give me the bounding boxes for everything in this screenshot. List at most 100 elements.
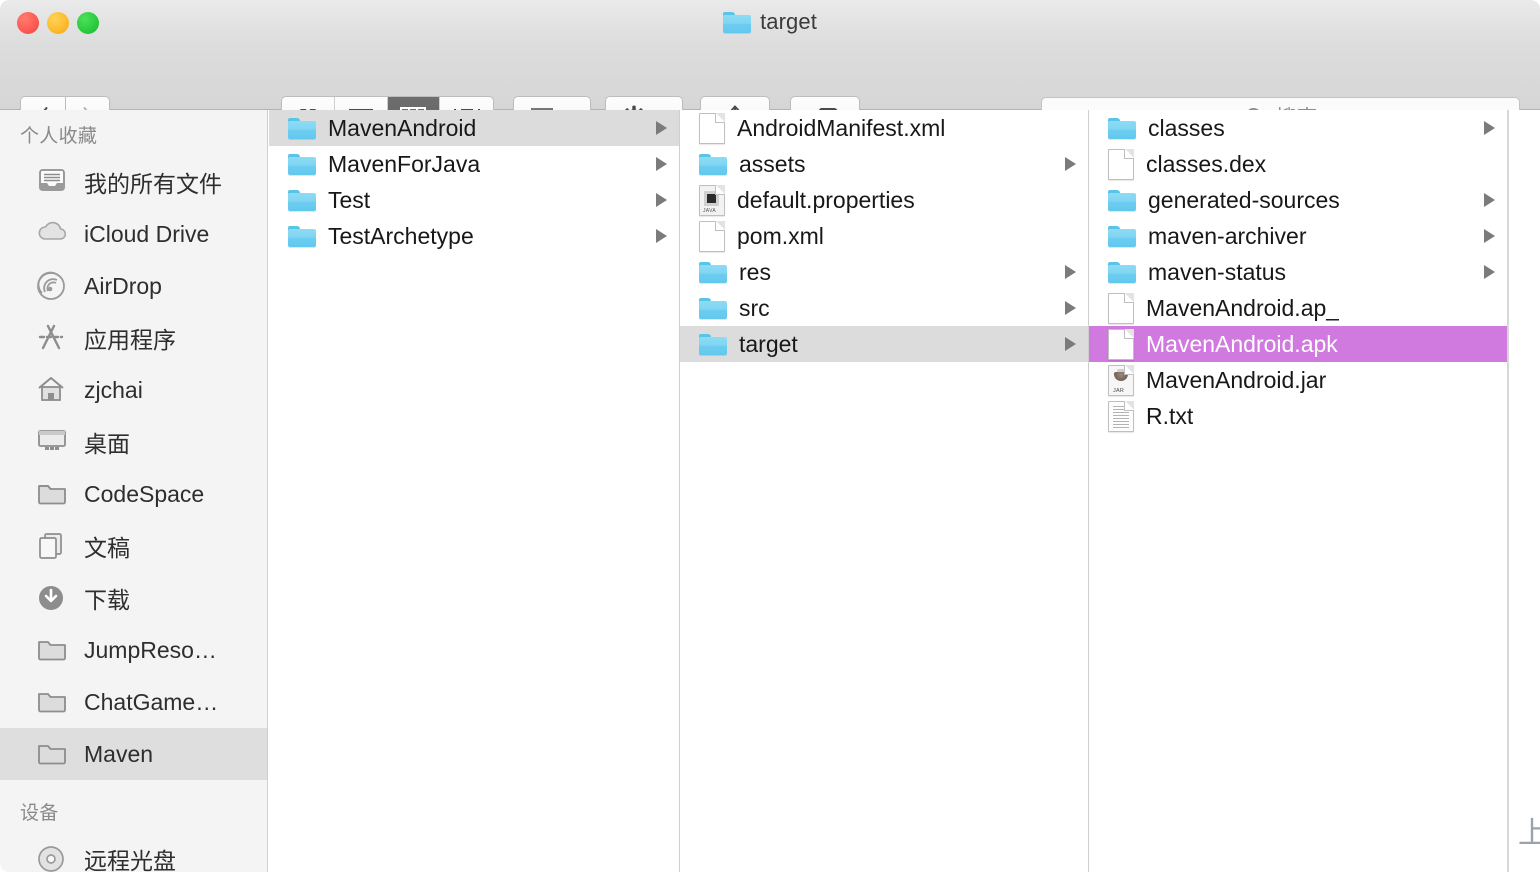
- disclosure-arrow-icon[interactable]: [656, 229, 667, 243]
- file-row[interactable]: generated-sources: [1089, 182, 1507, 218]
- file-name: generated-sources: [1148, 186, 1340, 213]
- file-row[interactable]: JAR MavenAndroid.jar: [1089, 362, 1507, 398]
- file-name: assets: [739, 150, 806, 177]
- file-row[interactable]: AndroidManifest.xml: [680, 110, 1088, 146]
- finder-window: target 个人收藏 我的所有文件 iCloud Drive AirDrop …: [0, 0, 1540, 872]
- file-row[interactable]: classes: [1089, 110, 1507, 146]
- disclosure-arrow-icon[interactable]: [656, 157, 667, 171]
- folder-icon: [288, 153, 316, 175]
- folder-icon: [699, 261, 727, 283]
- folder-icon: [36, 479, 70, 509]
- sidebar-item-jumpresources[interactable]: JumpReso…: [0, 624, 267, 676]
- file-row[interactable]: classes.dex: [1089, 146, 1507, 182]
- sidebar: 个人收藏 我的所有文件 iCloud Drive AirDrop 应用程序 zj…: [0, 110, 268, 872]
- file-row[interactable]: assets: [680, 146, 1088, 182]
- sidebar-item-airdrop[interactable]: AirDrop: [0, 260, 267, 312]
- sidebar-item-maven[interactable]: Maven: [0, 728, 267, 780]
- file-name: R.txt: [1146, 402, 1194, 429]
- document-icon: [1108, 292, 1134, 324]
- disclosure-arrow-icon[interactable]: [1484, 229, 1495, 243]
- file-row[interactable]: target: [680, 326, 1088, 362]
- file-name: res: [739, 258, 771, 285]
- downloads-icon: [36, 583, 70, 613]
- sidebar-item-codespace[interactable]: CodeSpace: [0, 468, 267, 520]
- file-row[interactable]: maven-archiver: [1089, 218, 1507, 254]
- sidebar-item-label: 应用程序: [84, 327, 176, 353]
- file-row[interactable]: R.txt: [1089, 398, 1507, 434]
- all-my-files-icon: [36, 167, 70, 197]
- document-icon: [1108, 328, 1134, 360]
- finder-body: 个人收藏 我的所有文件 iCloud Drive AirDrop 应用程序 zj…: [0, 110, 1540, 872]
- column-mavenandroid[interactable]: AndroidManifest.xml assets JAVA default.…: [680, 110, 1089, 872]
- file-row[interactable]: Test: [269, 182, 679, 218]
- file-row[interactable]: src: [680, 290, 1088, 326]
- file-name: MavenForJava: [328, 150, 481, 177]
- file-name: Test: [328, 186, 371, 213]
- folder-icon: [288, 225, 316, 247]
- sidebar-item-label: ChatGame…: [84, 688, 219, 715]
- file-row[interactable]: res: [680, 254, 1088, 290]
- file-name: MavenAndroid.apk: [1146, 330, 1338, 357]
- document-icon: [699, 220, 725, 252]
- java-document-icon: JAVA: [699, 184, 725, 216]
- sidebar-item-label: zjchai: [84, 376, 143, 403]
- sidebar-section-header-favorites: 个人收藏: [20, 126, 98, 147]
- file-row[interactable]: maven-status: [1089, 254, 1507, 290]
- disclosure-arrow-icon[interactable]: [1065, 301, 1076, 315]
- sidebar-item-downloads[interactable]: 下载: [0, 572, 267, 624]
- file-name: target: [739, 330, 798, 357]
- sidebar-item-desktop[interactable]: 桌面: [0, 416, 267, 468]
- disclosure-arrow-icon[interactable]: [656, 121, 667, 135]
- desktop-icon: [36, 427, 70, 457]
- sidebar-item-label: AirDrop: [84, 272, 162, 299]
- file-name: MavenAndroid: [328, 114, 477, 141]
- icloud-icon: [36, 219, 70, 249]
- sidebar-item-documents[interactable]: 文稿: [0, 520, 267, 572]
- file-row[interactable]: pom.xml: [680, 218, 1088, 254]
- file-row-selected[interactable]: MavenAndroid.apk: [1089, 326, 1507, 362]
- file-row[interactable]: MavenForJava: [269, 146, 679, 182]
- disclosure-arrow-icon[interactable]: [656, 193, 667, 207]
- file-row[interactable]: MavenAndroid: [269, 110, 679, 146]
- file-row[interactable]: JAVA default.properties: [680, 182, 1088, 218]
- disclosure-arrow-icon[interactable]: [1065, 157, 1076, 171]
- folder-icon: [699, 333, 727, 355]
- sidebar-item-remote-disc[interactable]: 远程光盘: [0, 833, 267, 872]
- sidebar-item-applications[interactable]: 应用程序: [0, 312, 267, 364]
- file-row[interactable]: TestArchetype: [269, 218, 679, 254]
- airdrop-icon: [36, 271, 70, 301]
- file-name: TestArchetype: [328, 222, 474, 249]
- sidebar-item-label: 桌面: [84, 431, 130, 457]
- sidebar-section-header-devices: 设备: [20, 803, 59, 824]
- document-icon: [1108, 148, 1134, 180]
- title-bar: target: [0, 0, 1540, 47]
- file-row[interactable]: MavenAndroid.ap_: [1089, 290, 1507, 326]
- folder-icon: [36, 687, 70, 717]
- disclosure-arrow-icon[interactable]: [1065, 265, 1076, 279]
- file-name: maven-archiver: [1148, 222, 1307, 249]
- documents-icon: [36, 531, 70, 561]
- sidebar-item-chatgame[interactable]: ChatGame…: [0, 676, 267, 728]
- disclosure-arrow-icon[interactable]: [1484, 121, 1495, 135]
- sidebar-item-all-my-files[interactable]: 我的所有文件: [0, 156, 267, 208]
- sidebar-item-label: CodeSpace: [84, 480, 205, 507]
- column-maven[interactable]: MavenAndroid MavenForJava Test TestArche…: [269, 110, 680, 872]
- folder-icon: [1108, 117, 1136, 139]
- column-empty[interactable]: [1509, 110, 1540, 872]
- sidebar-item-label: 我的所有文件: [84, 171, 222, 197]
- sidebar-item-home[interactable]: zjchai: [0, 364, 267, 416]
- file-name: maven-status: [1148, 258, 1287, 285]
- column-target[interactable]: classes classes.dex generated-sources ma…: [1089, 110, 1508, 872]
- disclosure-arrow-icon[interactable]: [1484, 265, 1495, 279]
- file-name: default.properties: [737, 186, 915, 213]
- folder-icon: [699, 153, 727, 175]
- disclosure-arrow-icon[interactable]: [1065, 337, 1076, 351]
- sidebar-item-label: 远程光盘: [84, 848, 176, 872]
- sidebar-item-icloud-drive[interactable]: iCloud Drive: [0, 208, 267, 260]
- applications-icon: [36, 323, 70, 353]
- file-name: src: [739, 294, 770, 321]
- window-title-text: target: [760, 9, 817, 34]
- sidebar-item-label: iCloud Drive: [84, 220, 210, 247]
- disclosure-arrow-icon[interactable]: [1484, 193, 1495, 207]
- folder-icon: [36, 739, 70, 769]
